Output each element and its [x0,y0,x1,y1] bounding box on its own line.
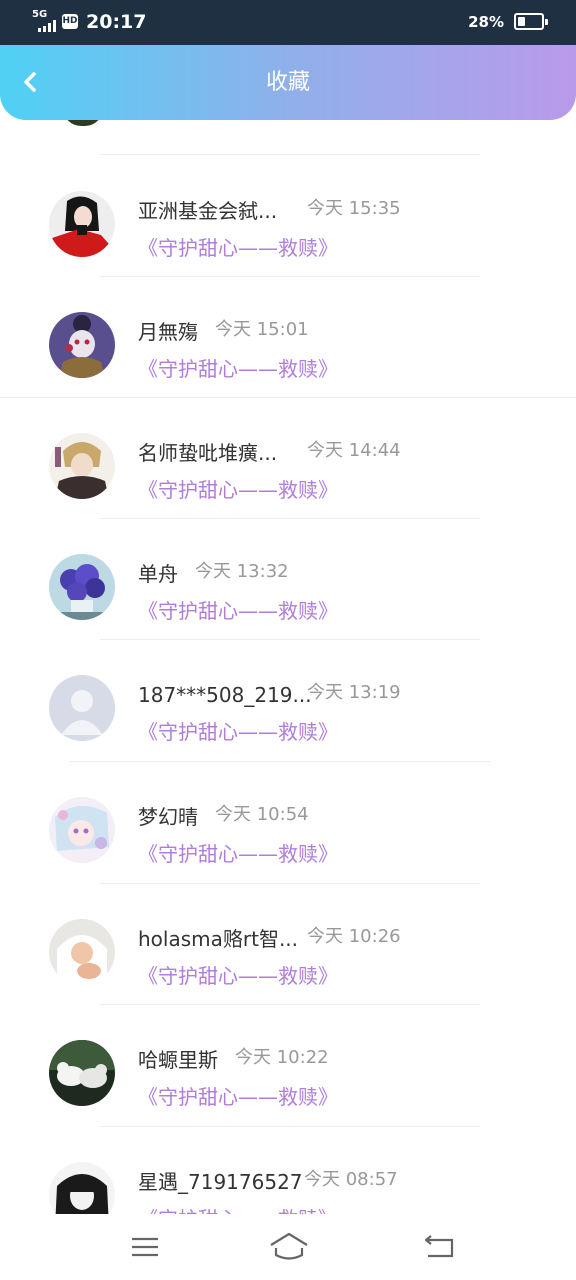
avatar [49,312,115,378]
timestamp: 今天 13:19 [307,682,401,703]
avatar [49,433,115,499]
story-title-link[interactable]: 《守护甜心——救赎》 [138,963,338,989]
avatar [49,797,115,863]
story-title-link[interactable]: 《守护甜心——救赎》 [138,356,338,382]
avatar [49,919,115,985]
timestamp: 今天 14:44 [307,440,401,461]
list-item[interactable]: 哈螈里斯 今天 10:22 《守护甜心——救赎》 [0,1004,576,1125]
list-item[interactable]: 星遇_719176527 今天 08:57 《守护甜心——救赎》 [0,1126,576,1214]
timestamp: 今天 15:35 [307,198,401,219]
avatar [49,1040,115,1106]
back-arrow-icon[interactable] [420,1230,460,1264]
page-title: 收藏 [265,70,310,95]
signal-icon [38,20,56,32]
timestamp: 今天 08:57 [304,1169,398,1190]
list-item[interactable]: 名师蛰吡堆癀... 今天 14:44 《守护甜心——救赎》 [0,397,576,518]
menu-icon[interactable] [125,1230,165,1264]
timestamp: 今天 10:26 [307,926,401,947]
avatar [49,1162,115,1214]
user-name: holasma赂rt智... [138,927,299,951]
story-title-link[interactable]: 《守护甜心——救赎》 [138,598,338,624]
avatar [49,191,115,257]
home-icon[interactable] [268,1230,310,1264]
timestamp: 今天 10:54 [215,804,309,825]
user-name: 名师蛰吡堆癀... [138,441,278,465]
app-header: 收藏 [0,45,576,120]
battery-percent: 28% [468,13,504,31]
avatar [49,554,115,620]
battery-icon [514,13,548,30]
status-bar: 5G HD 20:17 28% [0,0,576,45]
clock: 20:17 [86,11,147,33]
list-item[interactable]: 单舟 今天 13:32 《守护甜心——救赎》 [0,518,576,639]
avatar [63,120,103,126]
navigation-bar [0,1214,576,1280]
favorites-list[interactable]: 亚洲基金会弑... 今天 15:35 《守护甜心——救赎》 月無殤 今天 15:… [0,120,576,1214]
list-item[interactable]: 亚洲基金会弑... 今天 15:35 《守护甜心——救赎》 [0,155,576,276]
user-name: 亚洲基金会弑... [138,199,278,223]
list-item[interactable]: 梦幻晴 今天 10:54 《守护甜心——救赎》 [0,761,576,882]
user-name: 星遇_719176527 [138,1170,303,1194]
story-title-link[interactable]: 《守护甜心——救赎》 [138,719,338,745]
hd-badge: HD [62,14,78,29]
user-name: 单舟 [138,562,178,586]
list-item[interactable]: holasma赂rt智... 今天 10:26 《守护甜心——救赎》 [0,883,576,1004]
user-name: 哈螈里斯 [138,1048,218,1072]
avatar [49,675,115,741]
story-title-link[interactable]: 《守护甜心——救赎》 [138,477,338,503]
timestamp: 今天 15:01 [215,319,309,340]
network-type: 5G [32,9,48,20]
story-title-link[interactable]: 《守护甜心——救赎》 [138,1206,338,1214]
story-title-link[interactable]: 《守护甜心——救赎》 [138,841,338,867]
list-item[interactable]: 187***508_219... 今天 13:19 《守护甜心——救赎》 [0,639,576,760]
list-item[interactable]: 月無殤 今天 15:01 《守护甜心——救赎》 [0,276,576,397]
timestamp: 今天 13:32 [195,561,289,582]
story-title-link[interactable]: 《守护甜心——救赎》 [138,235,338,261]
story-title-link[interactable]: 《守护甜心——救赎》 [138,1084,338,1110]
user-name: 187***508_219... [138,683,312,707]
user-name: 梦幻晴 [138,805,198,829]
timestamp: 今天 10:22 [235,1047,329,1068]
user-name: 月無殤 [138,320,198,344]
